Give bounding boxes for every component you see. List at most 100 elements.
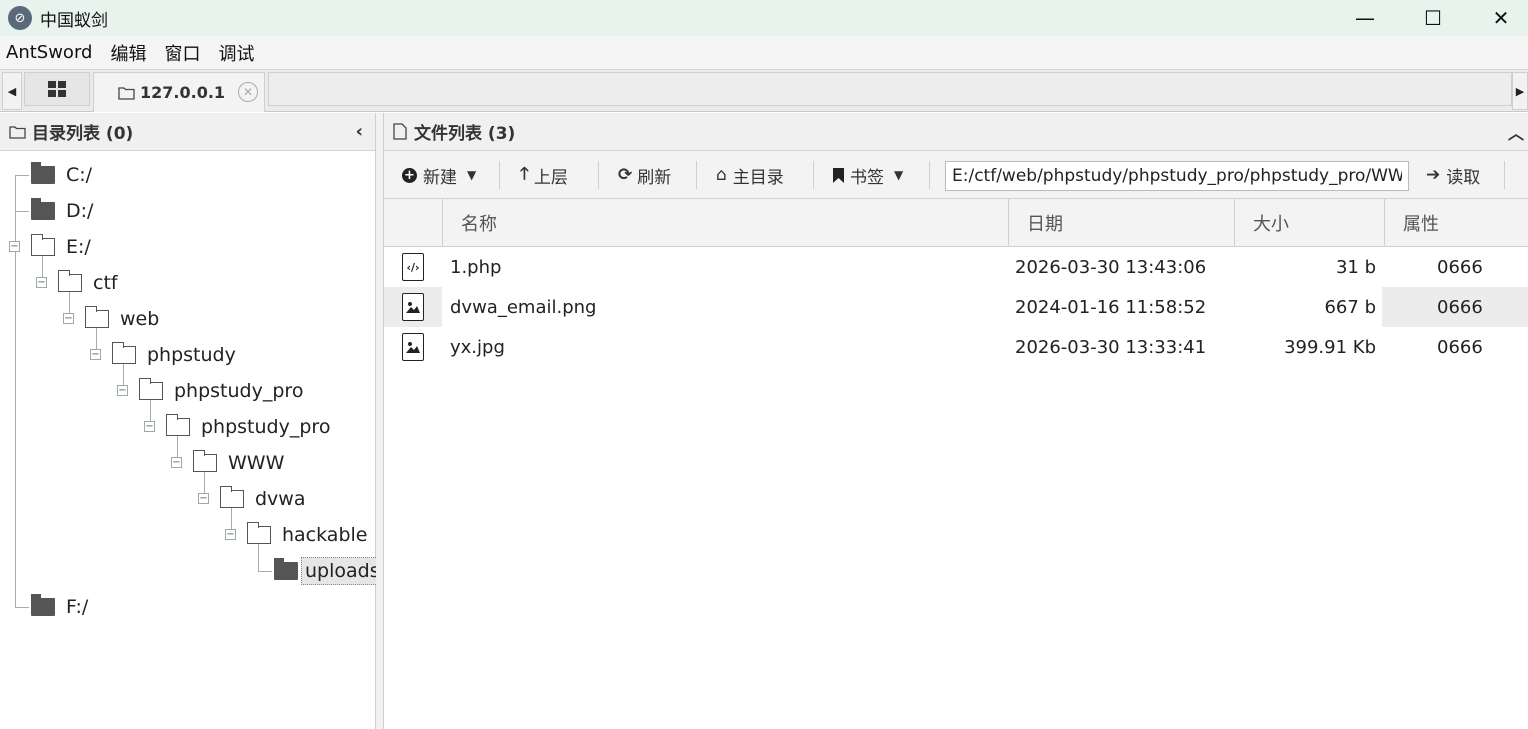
arrow-right-icon: ➔: [1426, 165, 1441, 185]
menu-window[interactable]: 窗口: [164, 40, 200, 66]
directory-panel-header: 目录列表 (0) ‹: [0, 113, 375, 151]
folder-icon: [118, 86, 135, 100]
tree-item-uploads[interactable]: uploads: [274, 554, 384, 588]
folder-closed-icon: [31, 162, 55, 184]
panel-splitter[interactable]: [376, 113, 384, 729]
home-dir-button[interactable]: ⌂ 主目录: [716, 161, 784, 189]
file-perm: 0666: [1437, 336, 1483, 358]
folder-open-icon: [165, 414, 190, 436]
caret-down-icon: ▼: [467, 168, 477, 182]
column-header-date[interactable]: 日期: [1008, 199, 1234, 247]
tree-item-label: ctf: [93, 272, 118, 294]
php-file-icon: ‹/›: [402, 253, 424, 281]
refresh-button[interactable]: ⟳ 刷新: [618, 161, 671, 189]
folder-closed-icon: [31, 594, 55, 616]
tab-host-label: 127.0.0.1: [140, 83, 226, 102]
file-size: 667 b: [1234, 287, 1382, 327]
tab-strip: [268, 72, 1512, 106]
column-header-perm[interactable]: 属性: [1384, 199, 1528, 247]
collapse-phpstudy-pro-inner-icon[interactable]: −: [144, 421, 155, 432]
collapse-e-icon[interactable]: −: [9, 241, 20, 252]
tab-scroll-right-button[interactable]: ▶: [1512, 72, 1528, 110]
tree-item-label-selected: uploads: [301, 557, 384, 585]
folder-closed-icon: [274, 558, 298, 580]
menu-antsword[interactable]: AntSword: [6, 42, 92, 63]
folder-open-icon: [111, 342, 136, 364]
path-input[interactable]: [945, 161, 1409, 191]
minimize-button[interactable]: —: [1330, 0, 1400, 36]
table-row[interactable]: yx.jpg 2026-03-30 13:33:41 399.91 Kb 066…: [384, 327, 1528, 367]
menu-edit[interactable]: 编辑: [110, 40, 146, 66]
folder-open-icon: [30, 234, 55, 256]
folder-open-icon: [57, 270, 82, 292]
bookmark-icon: [833, 167, 844, 183]
collapse-phpstudy-icon[interactable]: −: [90, 349, 101, 360]
home-icon: ⌂: [716, 165, 727, 185]
tree-item-c[interactable]: C:/: [31, 158, 92, 192]
collapse-www-icon[interactable]: −: [171, 457, 182, 468]
new-button[interactable]: + 新建 ▼: [402, 161, 476, 189]
file-size: 399.91 Kb: [1284, 336, 1376, 358]
tree-item-label: E:/: [66, 236, 91, 258]
collapse-web-icon[interactable]: −: [63, 313, 74, 324]
file-name: yx.jpg: [450, 336, 505, 358]
bookmark-label: 书签: [850, 167, 884, 188]
tree-item-label: phpstudy_pro: [201, 416, 331, 438]
tab-home[interactable]: [24, 72, 90, 106]
bookmark-button[interactable]: 书签 ▼: [833, 161, 903, 189]
tree-item-label: F:/: [66, 596, 89, 618]
tree-item-label: phpstudy: [147, 344, 236, 366]
caret-down-icon: ▼: [894, 168, 904, 182]
tab-host[interactable]: 127.0.0.1 ✕: [93, 72, 265, 112]
folder-open-icon: [138, 378, 163, 400]
maximize-button[interactable]: ☐: [1398, 0, 1468, 36]
tree-item-dvwa[interactable]: dvwa: [219, 482, 306, 516]
tree-item-label: phpstudy_pro: [174, 380, 304, 402]
directory-tree: − − − − − − − − − C:/ D:/ E:/ ctf web ph…: [0, 151, 384, 729]
close-tab-icon[interactable]: ✕: [238, 82, 258, 102]
collapse-hackable-icon[interactable]: −: [225, 529, 236, 540]
folder-open-icon: [219, 486, 244, 508]
file-perm: 0666: [1437, 296, 1483, 318]
arrow-up-icon: 🡑: [520, 163, 529, 184]
tree-item-phpstudy-pro[interactable]: phpstudy_pro: [138, 374, 304, 408]
column-header-name[interactable]: 名称: [442, 199, 1008, 247]
collapse-dvwa-icon[interactable]: −: [198, 493, 209, 504]
close-window-button[interactable]: ✕: [1466, 0, 1528, 36]
tree-item-f[interactable]: F:/: [31, 590, 88, 624]
app-logo-icon: ⊘: [8, 6, 32, 30]
table-row[interactable]: dvwa_email.png 2024-01-16 11:58:52 667 b…: [384, 287, 1528, 327]
tree-item-label: WWW: [228, 452, 285, 474]
collapse-phpstudy-pro-icon[interactable]: −: [117, 385, 128, 396]
file-date: 2024-01-16 11:58:52: [1008, 287, 1234, 327]
tree-item-phpstudy-pro-inner[interactable]: phpstudy_pro: [165, 410, 331, 444]
tree-item-www[interactable]: WWW: [192, 446, 285, 480]
file-panel: 文件列表 (3) ︿ + 新建 ▼ 🡑 上层 ⟳ 刷新 ⌂ 主目录 书签 ▼ E…: [384, 113, 1528, 729]
table-row[interactable]: ‹/› 1.php 2026-03-30 13:43:06 31 b 0666: [384, 247, 1528, 287]
file-panel-title: 文件列表 (3): [414, 124, 516, 144]
file-date: 2026-03-30 13:33:41: [1015, 336, 1207, 358]
tree-item-d[interactable]: D:/: [31, 194, 93, 228]
tree-item-hackable[interactable]: hackable: [246, 518, 367, 552]
collapse-ctf-icon[interactable]: −: [36, 277, 47, 288]
collapse-panel-icon[interactable]: ‹: [356, 121, 363, 142]
column-header-size[interactable]: 大小: [1234, 199, 1384, 247]
read-path-button[interactable]: ➔ 读取: [1426, 161, 1480, 189]
tree-item-ctf[interactable]: ctf: [57, 266, 118, 300]
image-file-icon: [402, 293, 424, 321]
directory-panel: 目录列表 (0) ‹ − − − − − − − − − C:/ D:/ E:/…: [0, 113, 384, 729]
tree-item-phpstudy[interactable]: phpstudy: [111, 338, 236, 372]
file-grid-header: 名称 日期 大小 属性: [384, 199, 1528, 247]
directory-panel-title: 目录列表 (0): [32, 124, 134, 144]
title-bar: ⊘ 中国蚁剑 — ☐ ✕: [0, 0, 1528, 36]
file-name: 1.php: [450, 256, 502, 278]
tree-item-web[interactable]: web: [84, 302, 159, 336]
tab-scroll-left-button[interactable]: ◀: [2, 72, 22, 110]
collapse-up-icon[interactable]: ︿: [1508, 120, 1524, 144]
file-size: 31 b: [1335, 256, 1376, 278]
menu-debug[interactable]: 调试: [218, 40, 254, 66]
folder-open-icon: [192, 450, 217, 472]
file-date: 2026-03-30 13:43:06: [1015, 256, 1207, 278]
tree-item-e[interactable]: E:/: [30, 230, 91, 264]
up-level-button[interactable]: 🡑 上层: [520, 161, 568, 189]
